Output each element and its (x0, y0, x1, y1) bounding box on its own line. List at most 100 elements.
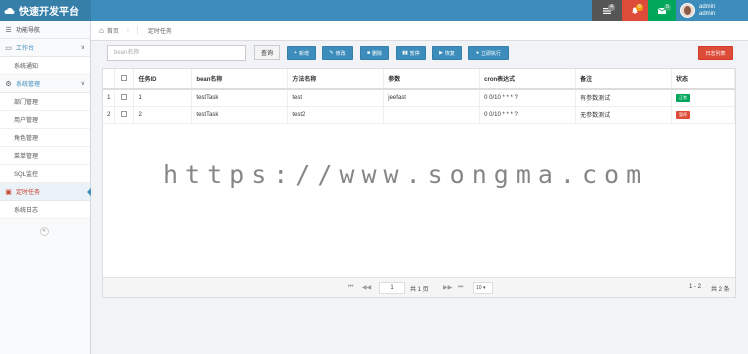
sidebar-item-label: 功能导航 (16, 28, 41, 34)
navigation-icon: ☰ (5, 26, 12, 34)
brand-title: 快速开发平台 (19, 7, 79, 18)
sidebar-item-label: 系统通知 (14, 64, 39, 70)
task-id-cell: 1 (133, 89, 193, 107)
sidebar-item-label: SQL监控 (14, 172, 39, 178)
next-page-icon[interactable]: ▶▶ (443, 284, 452, 291)
sidebar-item-sql[interactable]: SQL监控 (0, 165, 90, 183)
column-header-cron[interactable]: cron表达式 (479, 69, 577, 90)
sidebar-item-menus[interactable]: 菜单管理 (0, 147, 90, 165)
collapse-icon: « (39, 227, 49, 236)
sidebar-item-notice[interactable]: 系统通知 (0, 57, 90, 75)
column-header-params[interactable]: 参数 (383, 69, 481, 90)
run-icon: ● (475, 50, 479, 56)
notifications-badge: 8 (636, 4, 643, 11)
user-name: admin (699, 10, 716, 17)
row-number: 1 (103, 89, 116, 107)
status-badge: 暂停 (675, 110, 690, 119)
page-number-input[interactable]: 1 (379, 282, 405, 294)
breadcrumb-separator: › (126, 27, 129, 34)
remark-cell: 有参数测试 (575, 89, 672, 107)
sidebar-item-label: 定时任务 (16, 190, 41, 196)
sidebar-item-label: 工作台 (16, 46, 35, 52)
plus-icon: + (294, 50, 297, 56)
tasks-badge: 4 (608, 4, 615, 11)
row-checkbox[interactable] (121, 111, 128, 118)
task-table: 任务ID bean名称 方法名称 参数 cron表达式 备注 状态 1 1 te… (103, 69, 736, 124)
sidebar-item-label: 菜单管理 (14, 154, 39, 160)
params-cell: jeefast (383, 89, 481, 107)
messages-button[interactable]: 5 (648, 0, 676, 21)
last-page-icon[interactable]: ⏭ (458, 284, 463, 291)
column-header-rownum (103, 69, 116, 90)
active-indicator (87, 188, 91, 196)
bean-name-cell: testTask (191, 89, 289, 107)
pause-icon: ▮▮ (402, 50, 408, 56)
bean-name-search-input[interactable] (107, 45, 246, 61)
sidebar-item-roles[interactable]: 角色管理 (0, 129, 90, 147)
column-header-remark[interactable]: 备注 (575, 69, 672, 90)
delete-label: 删除 (372, 50, 383, 57)
edit-button[interactable]: ✎ 修改 (322, 46, 353, 60)
column-header-status[interactable]: 状态 (671, 69, 736, 90)
page-size-value: 10 (476, 285, 482, 291)
sidebar-item-users[interactable]: 用户管理 (0, 111, 90, 129)
add-label: 新增 (298, 50, 309, 57)
avatar (680, 3, 695, 18)
notifications-button[interactable]: 8 (622, 0, 648, 21)
table-header-row: 任务ID bean名称 方法名称 参数 cron表达式 备注 状态 (103, 69, 736, 90)
add-button[interactable]: + 新增 (287, 46, 316, 60)
user-role: admin (699, 3, 716, 10)
chevron-down-icon: ∨ (80, 81, 85, 87)
sidebar-item-label: 角色管理 (14, 136, 39, 142)
monitor-icon: ▭ (5, 44, 12, 52)
sidebar-group-system[interactable]: ⚙ 系统管理 ∨ (0, 75, 90, 93)
home-icon: ⌂ (99, 26, 104, 35)
row-select-cell[interactable] (114, 106, 135, 124)
sidebar-group-workbench[interactable]: ▭ 工作台 ∨ (0, 39, 90, 57)
breadcrumb-current-tab[interactable]: 定时任务 (136, 26, 172, 35)
sidebar-item-dept[interactable]: 部门管理 (0, 93, 90, 111)
edit-icon: ✎ (329, 50, 334, 56)
breadcrumb-home[interactable]: 首页 (107, 26, 119, 35)
sidebar-item-logs[interactable]: 系统日志 (0, 201, 90, 219)
column-header-bean[interactable]: bean名称 (191, 69, 289, 90)
column-header-select[interactable] (114, 69, 135, 90)
column-header-id[interactable]: 任务ID (133, 69, 193, 90)
bean-name-cell: testTask (191, 106, 289, 124)
resume-button[interactable]: ▶ 恢复 (432, 46, 462, 60)
status-cell: 正常 (671, 89, 736, 107)
row-checkbox[interactable] (121, 94, 128, 101)
row-select-cell[interactable] (114, 89, 135, 107)
row-number: 2 (103, 106, 116, 124)
first-page-icon[interactable]: ⏮ (348, 284, 353, 291)
cron-cell: 0 0/10 * * * ? (479, 106, 577, 124)
brand[interactable]: 快速开发平台 (0, 0, 91, 21)
tasks-button[interactable]: 4 (592, 0, 622, 21)
task-icon: ▣ (5, 188, 12, 196)
watermark-text: https://www.songma.com (163, 160, 649, 189)
cron-cell: 0 0/10 * * * ? (479, 89, 577, 107)
table-row[interactable]: 2 2 testTask test2 0 0/10 * * * ? 无参数测试 … (103, 106, 736, 124)
delete-button[interactable]: ■ 删除 (360, 46, 389, 60)
query-button[interactable]: 查询 (254, 45, 280, 60)
page-size-select[interactable]: 10 ▾ (473, 282, 493, 294)
sidebar-item-schedule[interactable]: ▣ 定时任务 (0, 183, 91, 201)
run-now-button[interactable]: ● 立即执行 (468, 46, 509, 60)
record-range-text: 1 - 2 (689, 284, 702, 290)
log-list-button[interactable]: 日志列表 (698, 46, 733, 60)
pause-label: 暂停 (409, 50, 420, 57)
edit-label: 修改 (335, 50, 346, 57)
column-header-method[interactable]: 方法名称 (287, 69, 385, 90)
select-all-checkbox[interactable] (121, 75, 128, 82)
sidebar-collapse-button[interactable]: « (34, 226, 54, 236)
pause-button[interactable]: ▮▮ 暂停 (396, 46, 426, 60)
pager: ⏮ ◀◀ 1 共 1 页 ▶▶ ⏭ 10 ▾ 1 - 2 共 2 条 (103, 277, 735, 297)
sidebar-item-nav[interactable]: ☰ 功能导航 (0, 21, 90, 39)
user-menu[interactable]: admin admin (680, 0, 715, 21)
table-row[interactable]: 1 1 testTask test jeefast 0 0/10 * * * ?… (103, 89, 736, 107)
sidebar-item-label: 系统日志 (14, 208, 39, 214)
play-icon: ▶ (439, 50, 443, 56)
user-info: admin admin (699, 4, 715, 18)
messages-badge: 5 (664, 4, 671, 11)
prev-page-icon[interactable]: ◀◀ (362, 284, 371, 291)
